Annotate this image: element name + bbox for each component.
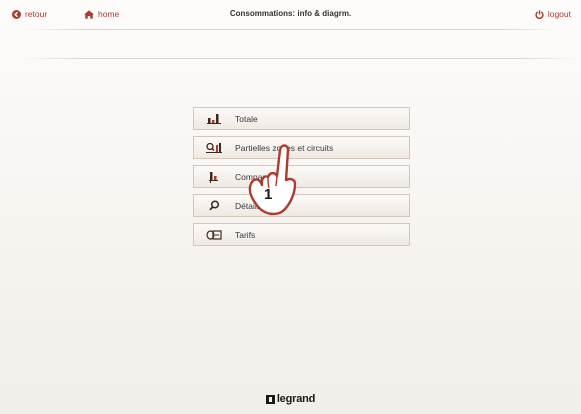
menu-item-label: Totale (235, 113, 258, 124)
logout-label: logout (547, 9, 571, 19)
magnifier-icon (203, 200, 225, 211)
top-bar: retour home Consommations: info & diagrm… (0, 0, 581, 28)
menu-item-totale[interactable]: Totale (193, 107, 410, 130)
logo-text: legrand (276, 393, 316, 405)
pointing-hand-icon: 1 (240, 138, 310, 229)
bar-chart-icon (203, 113, 225, 124)
legrand-logo: legrand (0, 393, 581, 405)
divider (20, 29, 561, 30)
money-icon (203, 229, 225, 240)
page-title: Consommations: info & diagrm. (229, 9, 352, 18)
page: retour home Consommations: info & diagrm… (0, 0, 581, 414)
logo-mark-icon (265, 394, 275, 404)
compare-chart-icon (203, 171, 225, 183)
power-icon (535, 9, 544, 19)
menu-item-label: Tarifs (235, 229, 256, 240)
divider (20, 58, 580, 59)
step-number: 1 (264, 186, 272, 203)
zoom-chart-icon (203, 142, 225, 153)
logout-button[interactable]: logout (535, 6, 571, 22)
